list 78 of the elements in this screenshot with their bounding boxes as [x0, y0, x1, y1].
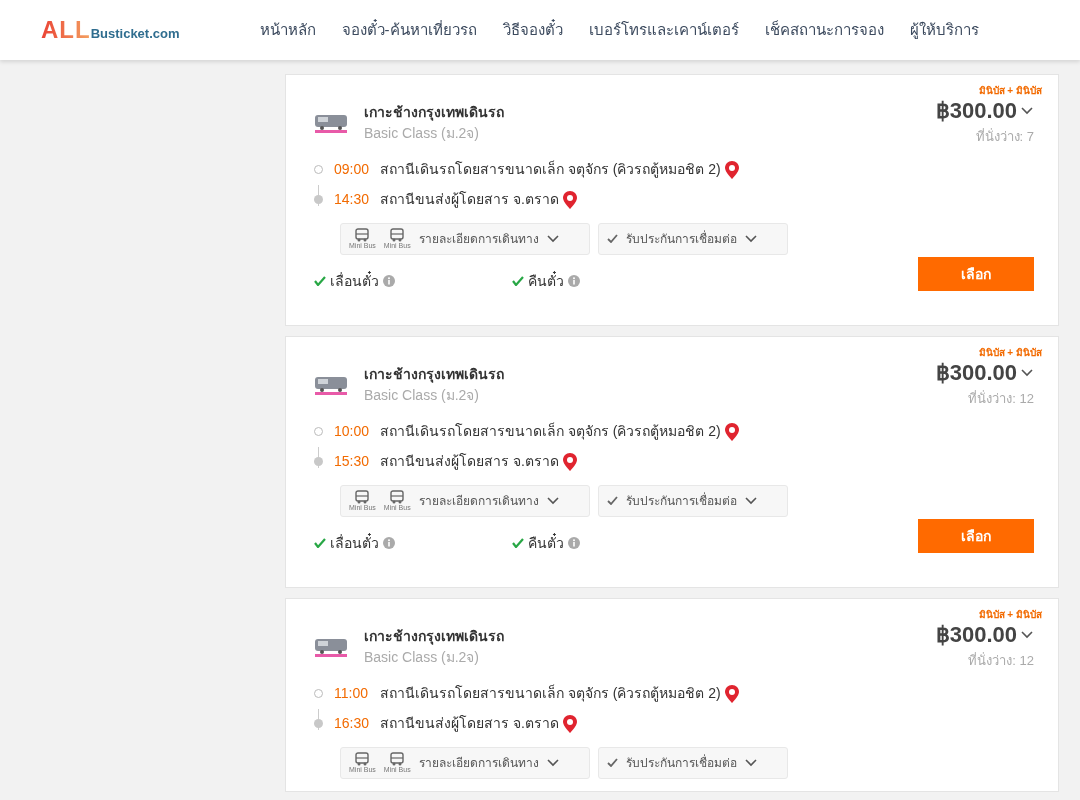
bus-logo-icon — [314, 636, 348, 659]
check-icon — [607, 496, 618, 505]
bus-logo-icon — [314, 374, 348, 397]
vehicle-tag: มินิบัส + มินิบัส — [978, 85, 1042, 96]
bus-icon — [389, 228, 406, 242]
bus-icon — [354, 490, 371, 504]
map-pin-icon — [562, 714, 577, 733]
ticket-price: ฿300.00 — [935, 97, 1017, 125]
chevron-down-icon — [745, 758, 757, 767]
nav-link[interactable]: จองตั๋ว-ค้นหาเที่ยวรถ — [341, 18, 477, 42]
feature-label: เลื่อนตั๋ว — [330, 532, 379, 553]
chevron-down-icon — [546, 234, 559, 243]
info-icon — [383, 537, 395, 549]
bus-icon — [354, 228, 371, 242]
vehicle-tag: มินิบัส + มินิบัส — [978, 347, 1042, 358]
chevron-down-icon — [745, 496, 757, 505]
departure-dot — [314, 165, 323, 174]
bus-logo-icon — [314, 112, 348, 135]
info-icon — [568, 537, 580, 549]
station-name: สถานีเดินรถโดยสารขนาดเล็ก จตุจักร (คิวรถตู้หมอชิต 2) — [380, 421, 721, 442]
bus-icon — [389, 752, 406, 766]
insurance-button[interactable]: รับประกันการเชื่อมต่อ — [598, 746, 788, 779]
operator-name: เกาะช้างกรุงเทพเดินรถ — [364, 103, 504, 123]
seats-available: ที่นั่งว่าง: 12 — [967, 389, 1034, 408]
map-pin-icon — [724, 422, 739, 441]
map-pin-icon — [562, 452, 577, 471]
vehicle-tag: มินิบัส + มินิบัส — [978, 609, 1042, 620]
station-name: สถานีเดินรถโดยสารขนาดเล็ก จตุจักร (คิวรถตู้หมอชิต 2) — [380, 683, 721, 704]
chevron-down-icon — [1021, 368, 1034, 377]
info-icon — [568, 275, 580, 287]
ticket-price: ฿300.00 — [935, 359, 1017, 387]
check-icon — [607, 234, 618, 243]
nav-link[interactable]: ผู้ให้บริการ — [909, 18, 979, 42]
insurance-button[interactable]: รับประกันการเชื่อมต่อ — [598, 222, 788, 255]
arrival-dot — [314, 195, 323, 204]
logo-domain[interactable]: Busticket.com — [90, 24, 180, 44]
bus-class: Basic Class (ม.2จ) — [364, 124, 481, 144]
bus-class: Basic Class (ม.2จ) — [364, 648, 481, 668]
ticket-price: ฿300.00 — [935, 621, 1017, 649]
departure-dot — [314, 427, 323, 436]
info-icon — [383, 275, 395, 287]
chevron-down-icon — [546, 496, 559, 505]
station-name: สถานีขนส่งผู้โดยสาร จ.ตราด — [380, 714, 559, 734]
map-pin-icon — [562, 190, 577, 209]
departure-dot — [314, 689, 323, 698]
arrival-dot — [314, 719, 323, 728]
nav-link[interactable]: เช็คสถานะการจอง — [764, 18, 884, 42]
arrival-time: 14:30 — [334, 190, 371, 209]
feature-label: คืนตั๋ว — [528, 270, 564, 291]
bus-icon — [354, 752, 371, 766]
chevron-down-icon — [1021, 106, 1034, 115]
seats-available: ที่นั่งว่าง: 12 — [967, 651, 1034, 670]
bus-icon — [389, 490, 406, 504]
station-name: สถานีขนส่งผู้โดยสาร จ.ตราด — [380, 452, 559, 472]
check-icon — [607, 758, 618, 767]
map-pin-icon — [724, 684, 739, 703]
feature-label: คืนตั๋ว — [528, 532, 564, 553]
bus-class: Basic Class (ม.2จ) — [364, 386, 481, 406]
chevron-down-icon — [745, 234, 757, 243]
operator-name: เกาะช้างกรุงเทพเดินรถ — [364, 365, 504, 385]
nav-link[interactable]: หน้าหลัก — [259, 18, 316, 42]
chevron-down-icon — [1021, 630, 1034, 639]
departure-time: 09:00 — [334, 160, 371, 179]
feature-label: เลื่อนตั๋ว — [330, 270, 379, 291]
chevron-down-icon — [546, 758, 559, 767]
nav-link[interactable]: วิธีจองตั๋ว — [502, 18, 563, 42]
seats-available: ที่นั่งว่าง: 7 — [974, 127, 1034, 146]
operator-name: เกาะช้างกรุงเทพเดินรถ — [364, 627, 504, 647]
arrival-time: 15:30 — [334, 452, 371, 471]
arrival-time: 16:30 — [334, 714, 371, 733]
map-pin-icon — [724, 160, 739, 179]
station-name: สถานีขนส่งผู้โดยสาร จ.ตราด — [380, 190, 559, 210]
station-name: สถานีเดินรถโดยสารขนาดเล็ก จตุจักร (คิวรถตู้หมอชิต 2) — [380, 159, 721, 180]
nav-link[interactable]: เบอร์โทรและเคาน์เตอร์ — [588, 18, 739, 42]
arrival-dot — [314, 457, 323, 466]
insurance-button[interactable]: รับประกันการเชื่อมต่อ — [598, 484, 788, 517]
departure-time: 11:00 — [334, 684, 369, 703]
departure-time: 10:00 — [334, 422, 371, 441]
